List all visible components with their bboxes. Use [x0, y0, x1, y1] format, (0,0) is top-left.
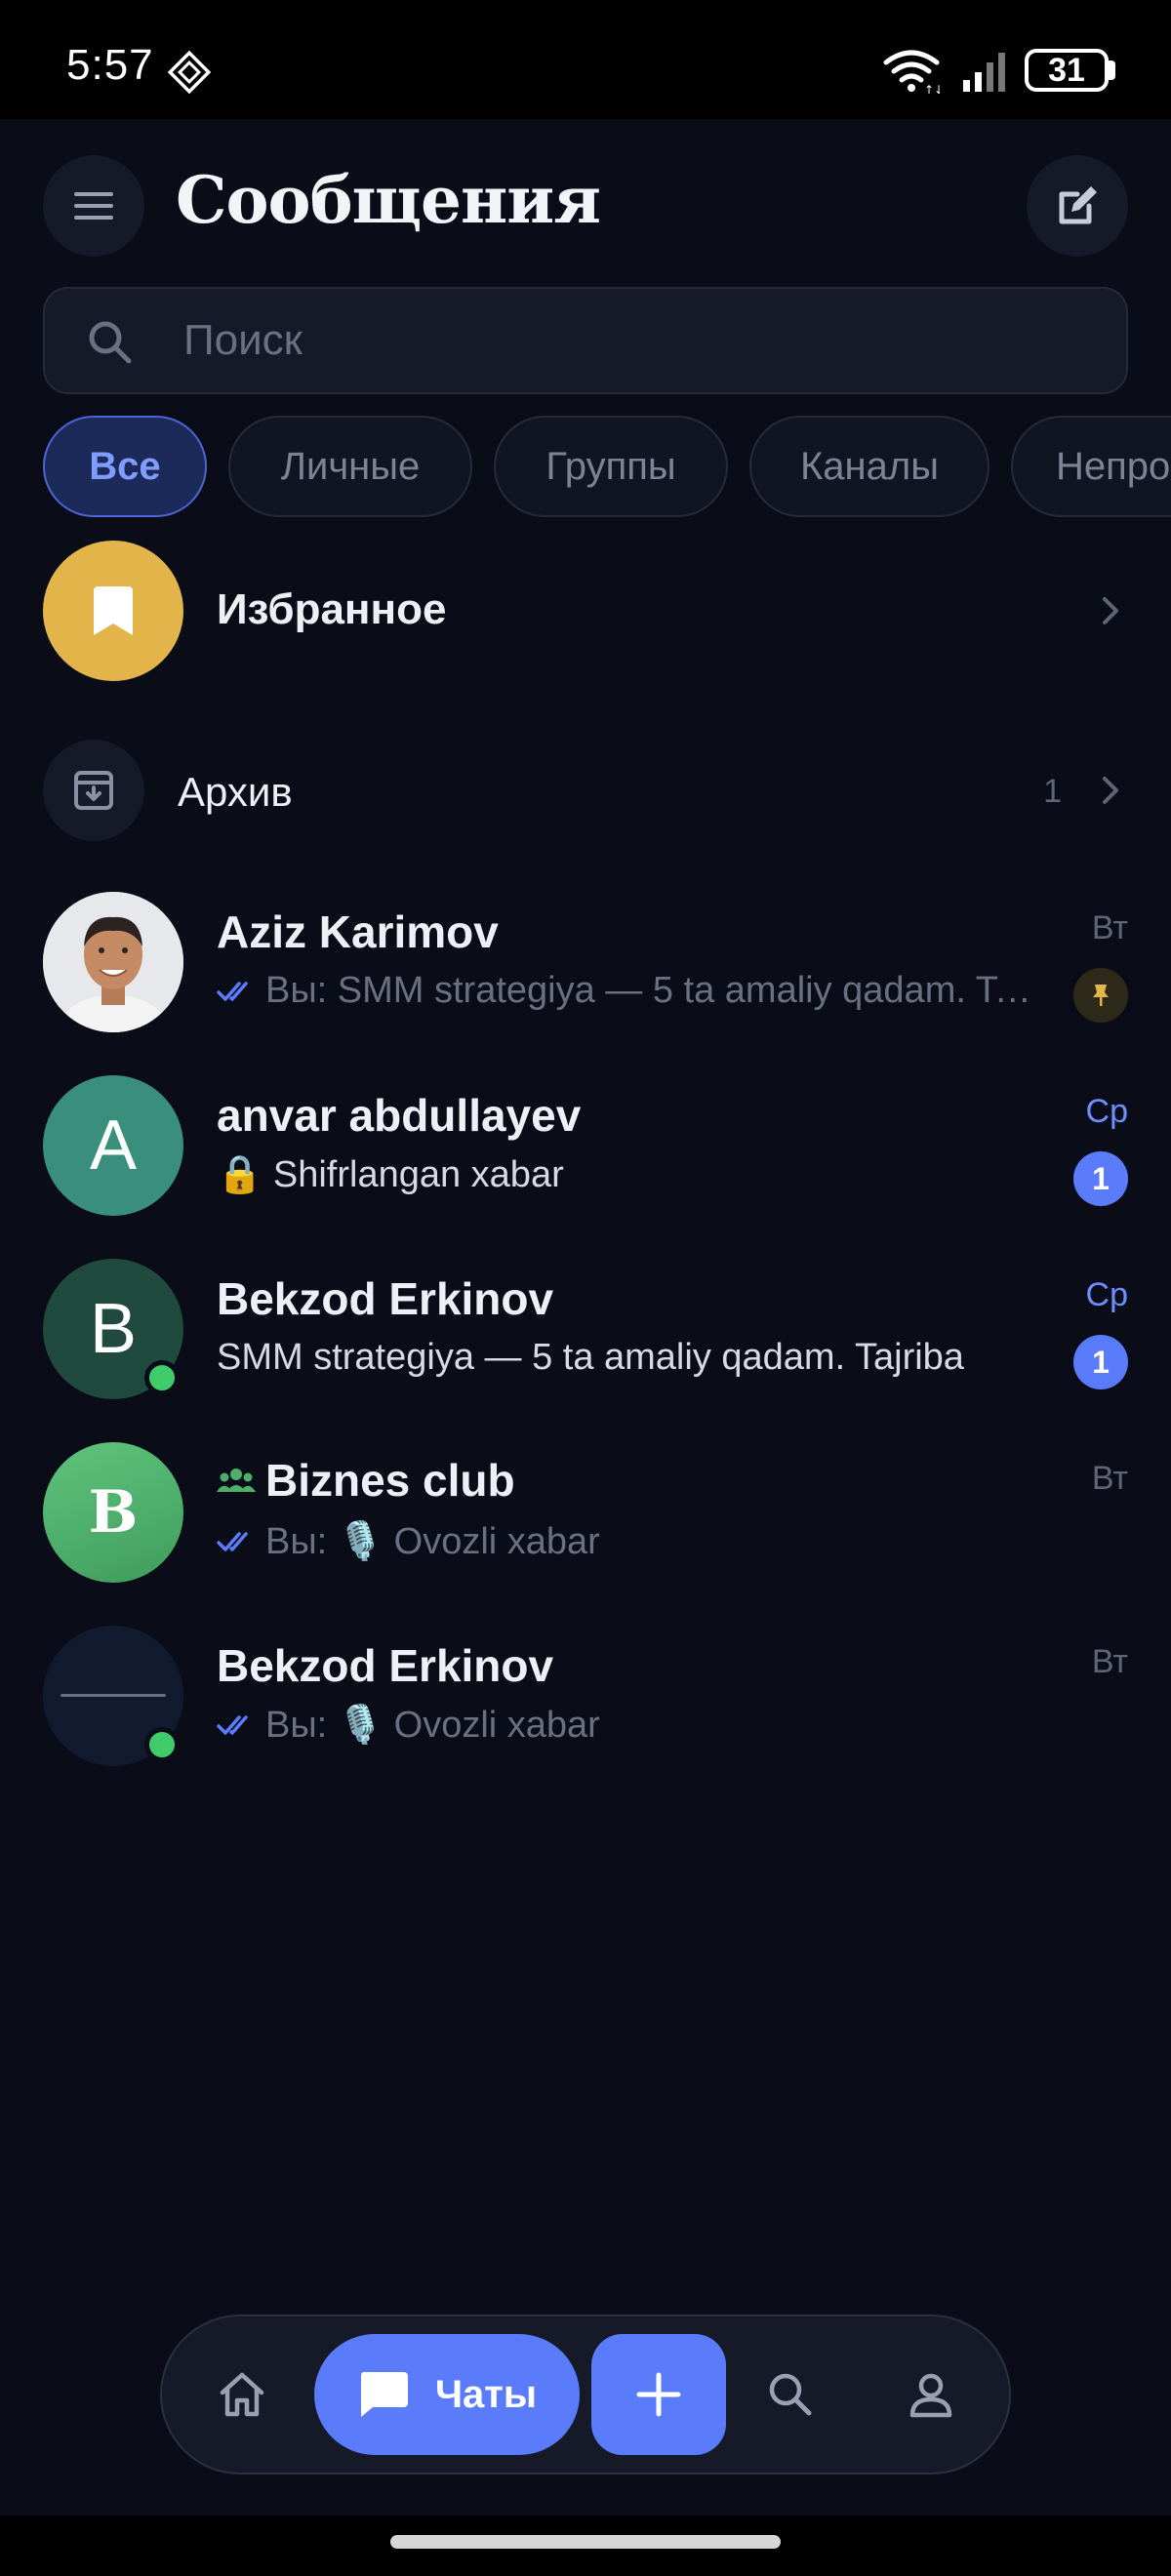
battery-level: 31	[1048, 52, 1085, 89]
signal-icon	[963, 53, 1005, 92]
chat-row[interactable]: Aziz Karimov Вт Вы: SMM strategiya — 5 t…	[0, 890, 1171, 1036]
chip-channels[interactable]: Каналы	[749, 416, 989, 517]
nav-chats[interactable]: Чаты	[314, 2334, 580, 2455]
chip-personal[interactable]: Личные	[228, 416, 472, 517]
edit-icon	[1059, 186, 1097, 224]
chat-row[interactable]: B Bekzod Erkinov Ср SMM strategiya — 5 t…	[0, 1257, 1171, 1403]
hamburger-icon	[74, 192, 113, 220]
svg-text:↑↓: ↑↓	[924, 83, 940, 94]
chevron-right-icon	[1103, 597, 1118, 624]
chat-preview-text: Вы: 🎙️ Ovozli xabar	[265, 1521, 600, 1562]
chip-all[interactable]: Все	[43, 416, 207, 517]
bottom-nav: Чаты	[160, 2314, 1011, 2475]
chat-time: Вт	[1091, 1643, 1128, 1680]
search-input[interactable]	[183, 289, 1062, 392]
chat-preview: Вы: SMM strategiya — 5 ta amaliy qadam. …	[217, 970, 1036, 1012]
nav-search[interactable]	[751, 2355, 829, 2434]
online-indicator	[144, 1727, 180, 1762]
compose-button[interactable]	[1027, 155, 1128, 257]
chat-time: Вт	[1091, 1460, 1128, 1497]
chat-preview-text: Вы: SMM strategiya — 5 ta amaliy qadam. …	[265, 970, 1036, 1011]
favorites-label: Избранное	[217, 585, 447, 633]
chat-name: Bekzod Erkinov	[217, 1640, 554, 1691]
nfc-icon	[168, 51, 211, 94]
chat-time: Ср	[1085, 1276, 1128, 1313]
menu-button[interactable]	[43, 155, 144, 257]
chat-name: Aziz Karimov	[217, 906, 499, 957]
home-bar[interactable]	[390, 2535, 781, 2549]
avatar	[43, 892, 183, 1032]
chat-preview-text: Вы: 🎙️ Ovozli xabar	[265, 1705, 600, 1746]
chevron-right-icon	[1103, 777, 1118, 804]
new-chat-button[interactable]	[591, 2334, 726, 2455]
home-indicator	[0, 2516, 1171, 2576]
chat-preview: Вы: 🎙️ Ovozli xabar	[217, 1520, 1046, 1563]
avatar-photo	[43, 892, 183, 1032]
pinned-badge	[1073, 968, 1128, 1023]
double-check-icon	[217, 1532, 248, 1551]
archive-count: 1	[1043, 773, 1062, 810]
filter-chips: Все Личные Группы Каналы Непрочитанные	[0, 416, 1171, 519]
chat-name: Bekzod Erkinov	[217, 1273, 554, 1324]
page-title: Сообщения	[176, 162, 601, 238]
chat-preview: 🔒 Shifrlangan xabar	[217, 1154, 564, 1195]
app-header: Сообщения	[0, 119, 1171, 285]
chat-name: anvar abdullayev	[217, 1090, 582, 1141]
pin-icon	[1093, 985, 1109, 1006]
chip-groups[interactable]: Группы	[494, 416, 728, 517]
chat-row[interactable]: A anvar abdullayev Ср 🔒 Shifrlangan xaba…	[0, 1073, 1171, 1220]
favorites-row[interactable]: Избранное	[0, 539, 1171, 685]
search-icon	[89, 321, 132, 364]
chat-time: Вт	[1091, 909, 1128, 946]
status-bar: 5:57 ↑↓ 31	[0, 0, 1171, 119]
chat-row[interactable]: B Biznes club Вт Вы: 🎙️ Ovozli xabar	[0, 1440, 1171, 1587]
status-time: 5:57	[66, 41, 154, 89]
double-check-icon	[217, 1715, 248, 1735]
archive-label: Архив	[178, 769, 293, 815]
chat-bubble-icon	[360, 2372, 408, 2417]
chip-unread[interactable]: Непрочитанные	[1011, 416, 1171, 517]
archive-row[interactable]: Архив 1	[0, 734, 1171, 851]
chat-row[interactable]: Bekzod Erkinov Вт Вы: 🎙️ Ovozli xabar	[0, 1624, 1171, 1770]
archive-icon	[74, 771, 113, 810]
chat-name-wrap: Biznes club	[217, 1454, 515, 1507]
battery-tip	[1109, 60, 1115, 80]
person-icon	[909, 2373, 952, 2418]
bookmark-icon	[94, 586, 133, 635]
search-bar[interactable]	[43, 287, 1128, 394]
chat-preview: SMM strategiya — 5 ta amaliy qadam. Tajr…	[217, 1337, 964, 1378]
chat-preview: Вы: 🎙️ Ovozli xabar	[217, 1704, 1046, 1747]
avatar: B	[43, 1442, 183, 1583]
wifi-icon: ↑↓	[883, 50, 940, 94]
avatar: A	[43, 1075, 183, 1216]
battery-icon: 31	[1025, 49, 1109, 92]
unread-badge: 1	[1073, 1335, 1128, 1389]
plus-icon	[636, 2372, 681, 2417]
home-icon	[220, 2372, 264, 2417]
unread-badge: 1	[1073, 1151, 1128, 1206]
chat-name: Biznes club	[265, 1455, 515, 1506]
group-icon	[217, 1469, 256, 1492]
nav-chats-label: Чаты	[434, 2372, 538, 2416]
nav-profile[interactable]	[892, 2355, 970, 2434]
double-check-icon	[217, 981, 248, 1001]
nav-home[interactable]	[203, 2355, 281, 2434]
chat-time: Ср	[1085, 1093, 1128, 1130]
online-indicator	[144, 1360, 180, 1395]
favorites-avatar	[43, 541, 183, 681]
search-icon	[769, 2373, 812, 2416]
archive-avatar	[43, 740, 144, 841]
